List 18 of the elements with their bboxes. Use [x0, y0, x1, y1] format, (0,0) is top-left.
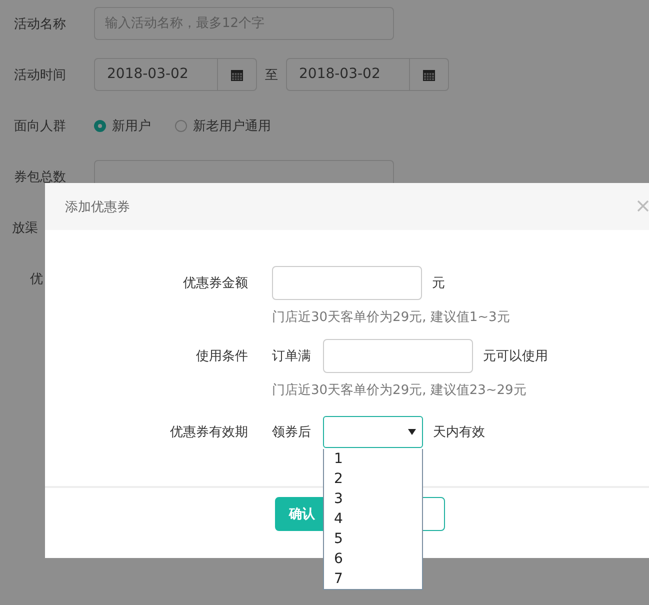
field-label: 优惠券有效期	[169, 424, 248, 441]
field-label: 优惠券金额	[182, 275, 248, 292]
suffix-label: 元可以使用	[483, 348, 548, 365]
field-label: 活动名称	[13, 16, 67, 32]
hint-text: 门店近30天客单价为29元, 建议值23~29元	[272, 382, 528, 400]
field-label: 活动时间	[13, 66, 67, 84]
prefix-label: 领券后	[272, 424, 311, 441]
hint-text: 门店近30天客单价为29元, 建议值1~3元	[272, 309, 511, 327]
range-separator: 至	[265, 66, 278, 84]
suffix-label: 天内有效	[433, 424, 485, 441]
prefix-label: 订单满	[272, 348, 311, 365]
field-label: 使用条件	[195, 348, 248, 365]
field-label: 放渠	[11, 220, 39, 236]
unit-label: 元	[432, 275, 445, 292]
field-label: 面向人群	[13, 118, 67, 134]
field-label: 优	[29, 270, 44, 288]
dialog-title: 添加优惠券	[65, 198, 130, 216]
field-label: 券包总数	[13, 168, 67, 186]
